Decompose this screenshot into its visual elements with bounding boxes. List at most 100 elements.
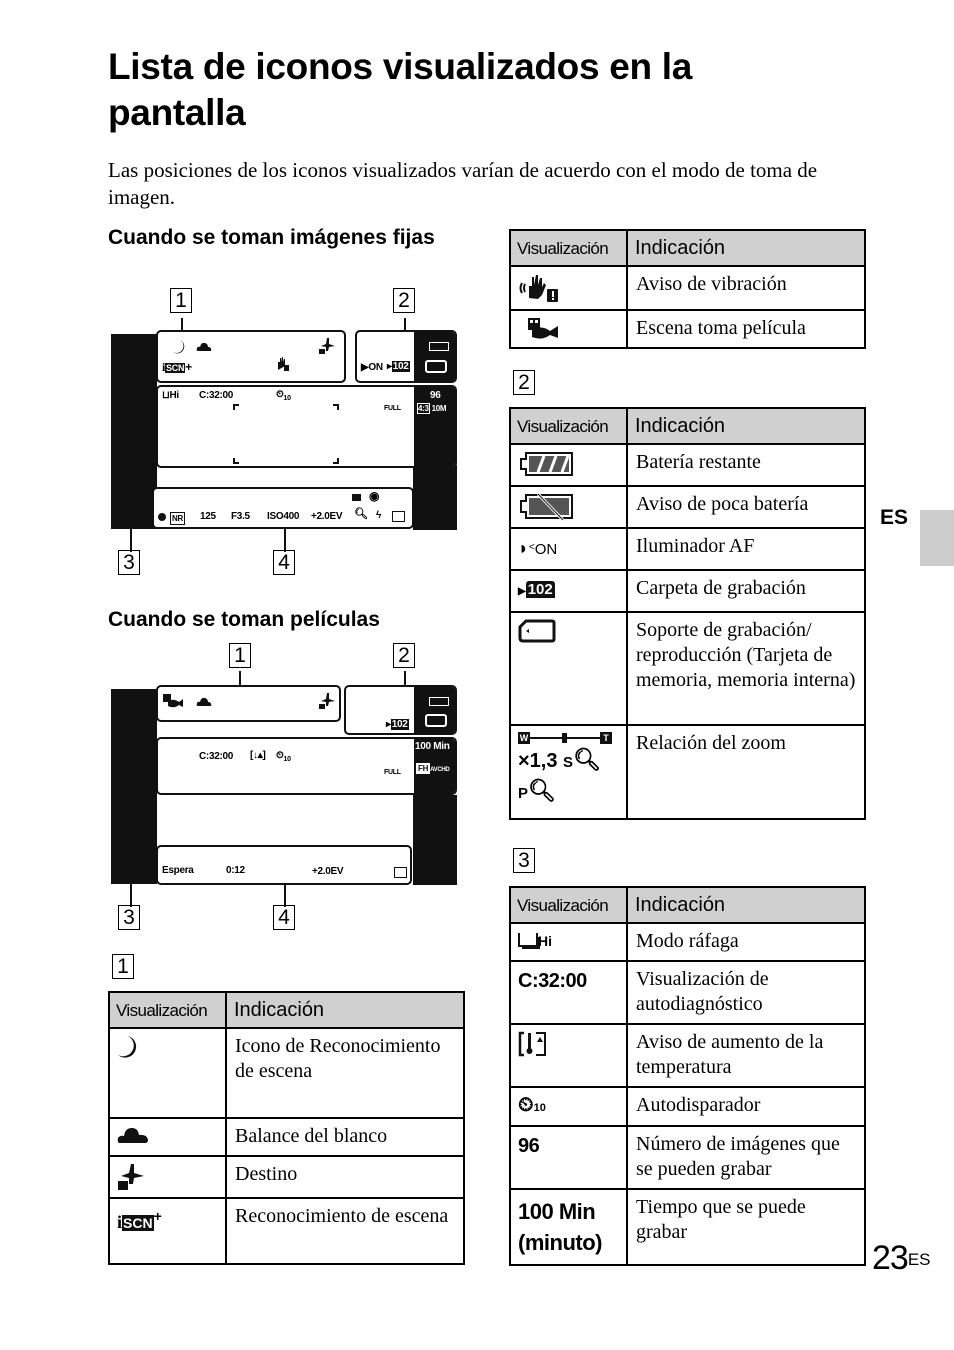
movie-area-3-panel: C:32:00 [↓▴] ⏲10 FULL 100 Min FH AVCHD (156, 737, 457, 795)
battery-icon (429, 342, 449, 351)
table-row: ◗<ON Iluminador AF (509, 527, 866, 571)
movie-callout-3: 3 (118, 905, 140, 930)
table-row: Balance del blanco (108, 1117, 465, 1157)
indicacion: Visualización de autodiagnóstico (626, 960, 866, 1025)
table-row: Aviso de vibración (509, 265, 866, 311)
face-detect-icon: 🔍︎ (354, 508, 368, 520)
indicacion: Reconocimiento de escena (225, 1197, 465, 1265)
area-2-panel: ▶ON ▸102 (355, 330, 457, 383)
col-visualizacion: Visualización (509, 229, 628, 267)
area-1-panel: iSCN+ (156, 330, 346, 383)
exposure-compensation: +2.0EV (312, 866, 344, 877)
movie-callout-2: 2 (393, 643, 415, 668)
table-1-label: 1 (112, 954, 134, 979)
format-fh: FH (416, 763, 431, 774)
area-3-panel: ⊔Hi C:32:00 ⏲10 FULL 96 4:3 10M (156, 385, 457, 468)
image-size-text: 10M (431, 404, 447, 413)
magnifier-icon: 🔍︎ (573, 747, 601, 772)
callout-3: 3 (118, 550, 140, 575)
movie-scene-icon (528, 318, 558, 339)
shutter-speed: 125 (200, 511, 216, 522)
af-illuminator-icon: ◗<ON (518, 538, 558, 558)
indicacion: Destino (225, 1155, 465, 1199)
col-indicacion: Indicación (225, 991, 465, 1029)
metering-icon (392, 511, 405, 522)
table-row: Soporte de grabación/ reproducción (Tarj… (509, 611, 866, 726)
memory-card-icon (425, 360, 447, 373)
col-visualizacion: Visualización (509, 407, 628, 445)
intro-paragraph: Las posiciones de los iconos visualizado… (108, 158, 818, 209)
indicacion: Balance del blanco (225, 1117, 465, 1157)
iscn-icon: iSCN+ (162, 360, 192, 374)
still-screen-diagram: iSCN+ ▶ON ▸102 ⊔Hi C:32:00 ⏲10 FULL 96 4… (111, 318, 457, 552)
indicacion: Aviso de poca batería (626, 485, 866, 529)
folder-icon: ▸102 (387, 361, 410, 372)
aperture: F3.5 (231, 511, 250, 522)
table-row: Hi Modo ráfaga (509, 922, 866, 962)
indicacion: Relación del zoom (626, 724, 866, 820)
af-area-icon (352, 494, 361, 501)
aspect-ratio: 4:3 (417, 403, 430, 414)
movie-area-1-panel (156, 685, 341, 722)
indicacion: Carpeta de grabación (626, 569, 866, 613)
af-on-text: ON (368, 362, 383, 373)
self-diagnosis-text: C:32:00 (518, 970, 587, 992)
zoom-w: W (518, 732, 530, 744)
folder-icon: ▸102 (386, 719, 409, 730)
precision-zoom-p: P (518, 785, 529, 802)
af-on-text: ON (534, 541, 558, 558)
zoom-bar: W T (518, 732, 612, 745)
table-2-label: 2 (513, 370, 535, 395)
remaining-time: 100 Min (415, 741, 450, 752)
self-timer-icon: ⏲10 (518, 1094, 546, 1116)
zoom-t: T (600, 732, 612, 744)
image-size: 4:3 10M (417, 403, 447, 414)
movie-heading: Cuando se toman películas (108, 608, 380, 631)
movie-screen-diagram: ▸102 C:32:00 [↓▴] ⏲10 FULL 100 Min FH AVC… (111, 671, 457, 907)
table-row: ⏲10 Autodisparador (509, 1086, 866, 1127)
zoom-ratio-icon: W T ×1,3 S🔍︎ P🔍︎ (518, 732, 619, 807)
iso: ISO400 (267, 511, 300, 522)
af-illuminator-icon: ▶ON (361, 362, 383, 373)
self-timer-seconds: 10 (533, 1102, 546, 1114)
table-row: Escena toma película (509, 309, 866, 349)
table-row: C:32:00 Visualización de autodiagnóstico (509, 960, 866, 1025)
cloudy-white-balance-icon (117, 1128, 148, 1143)
movie-callout-4: 4 (273, 905, 295, 930)
table-row: Icono de Reconocimiento de escena (108, 1027, 465, 1119)
exposure-compensation: +2.0EV (311, 511, 343, 522)
folder-number: 102 (390, 719, 409, 730)
indicacion: Soporte de grabación/ reproducción (Tarj… (626, 611, 866, 726)
moon-icon (173, 340, 185, 354)
low-battery-icon (520, 493, 573, 521)
magnifier-icon: 🔍︎ (528, 778, 556, 803)
movie-area-4-panel: Espera 0:12 +2.0EV (156, 845, 412, 885)
folder-number: 102 (525, 581, 555, 598)
smart-zoom-s: S (563, 754, 574, 771)
temperature-warning-icon: [↓▴] (250, 750, 266, 761)
page-number-value: 23 (872, 1239, 909, 1277)
indicacion: Icono de Reconocimiento de escena (225, 1027, 465, 1119)
moon-scene-icon (118, 1036, 137, 1058)
table-row: 100 Min (minuto) Tiempo que se puede gra… (509, 1188, 866, 1266)
indicacion: Aviso de vibración (626, 265, 866, 311)
indicacion: Tiempo que se puede grabar (626, 1188, 866, 1266)
recording-folder-icon: ▶ 102 (518, 581, 555, 598)
burst-text: Hi (169, 390, 180, 401)
plane-icon (319, 338, 335, 354)
quality-indicator: FULL (384, 769, 401, 776)
movie-scene-icon (163, 694, 183, 708)
burst-mode-icon: Hi (518, 930, 619, 952)
movie-area-2-panel: ▸102 (344, 685, 457, 735)
indicacion: Modo ráfaga (626, 922, 866, 962)
red-eye-icon: ◉ (369, 489, 380, 503)
page-title: Lista de iconos visualizados en la panta… (108, 46, 693, 133)
format-avchd: AVCHD (430, 767, 450, 773)
cloud-icon (196, 342, 212, 351)
indicacion: Autodisparador (626, 1086, 866, 1127)
cloud-icon (196, 697, 212, 706)
zoom-ratio-text: ×1,3 (518, 750, 558, 772)
self-timer-icon: ⏲10 (276, 389, 291, 402)
table-section-1-continued: Visualización Indicación Aviso de vibrac… (509, 229, 866, 349)
table-row: ▶ 102 Carpeta de grabación (509, 569, 866, 613)
